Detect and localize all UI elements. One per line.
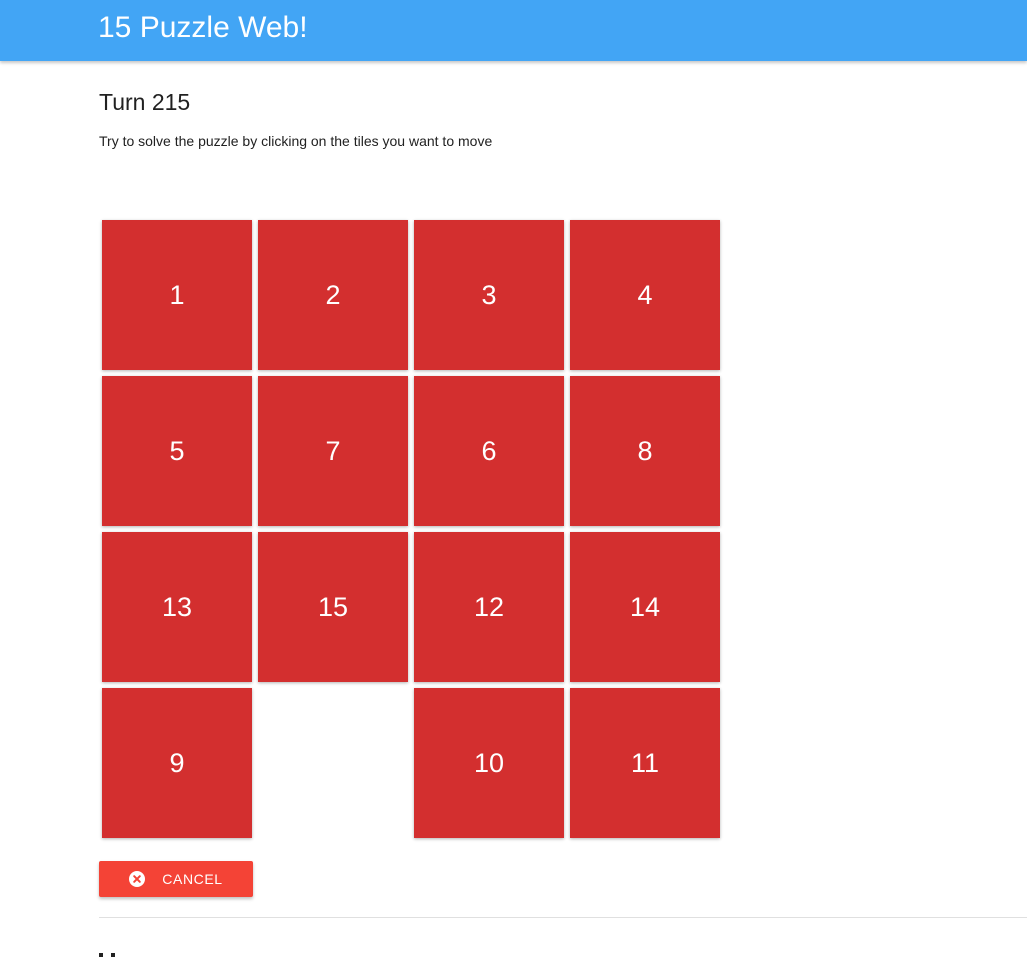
cancel-circle-icon xyxy=(129,871,146,887)
app-title: 15 Puzzle Web! xyxy=(98,11,308,44)
section-divider xyxy=(99,917,1027,918)
puzzle-tile[interactable]: 6 xyxy=(414,376,564,526)
puzzle-tile[interactable]: 5 xyxy=(102,376,252,526)
puzzle-tile[interactable]: 8 xyxy=(570,376,720,526)
next-section-heading-fragment xyxy=(99,949,123,957)
puzzle-tile[interactable]: 2 xyxy=(258,220,408,370)
cancel-button[interactable]: CANCEL xyxy=(99,861,253,897)
turn-counter: Turn 215 xyxy=(99,89,191,115)
puzzle-tile[interactable]: 7 xyxy=(258,376,408,526)
puzzle-tile[interactable]: 3 xyxy=(414,220,564,370)
puzzle-tile[interactable]: 4 xyxy=(570,220,720,370)
puzzle-tile[interactable]: 10 xyxy=(414,688,564,838)
puzzle-tile[interactable]: 14 xyxy=(570,532,720,682)
instructions-text: Try to solve the puzzle by clicking on t… xyxy=(99,133,493,149)
puzzle-tile[interactable]: 1 xyxy=(102,220,252,370)
puzzle-tile[interactable]: 13 xyxy=(102,532,252,682)
puzzle-tile[interactable]: 11 xyxy=(570,688,720,838)
puzzle-tile[interactable]: 12 xyxy=(414,532,564,682)
cancel-button-label: CANCEL xyxy=(162,871,223,887)
app-bar: 15 Puzzle Web! xyxy=(0,0,1027,61)
empty-slot xyxy=(258,688,408,838)
puzzle-tile[interactable]: 9 xyxy=(102,688,252,838)
puzzle-board: 1 2 3 4 5 7 6 8 13 15 12 14 9 10 11 xyxy=(102,220,720,838)
puzzle-tile[interactable]: 15 xyxy=(258,532,408,682)
